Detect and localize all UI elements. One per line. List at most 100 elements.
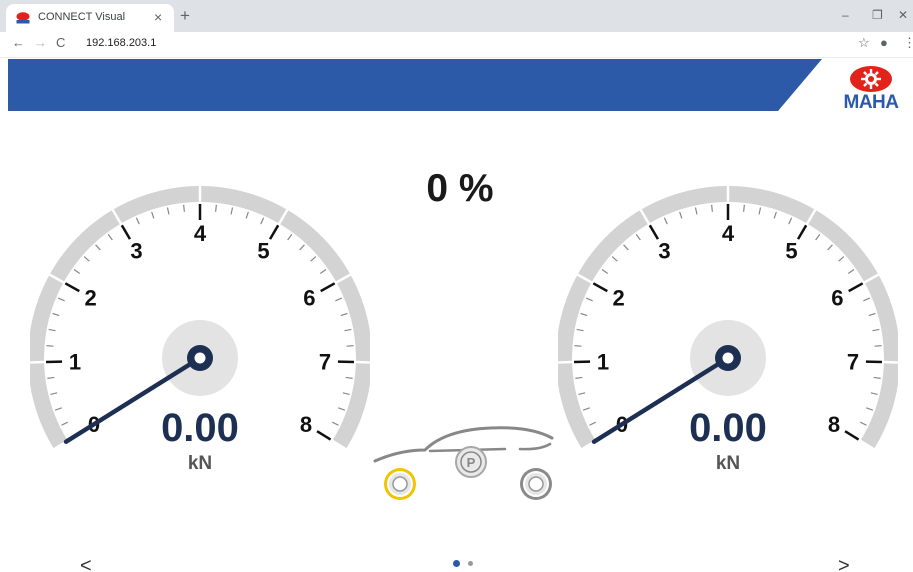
page-indicator: [450, 560, 480, 570]
gauge-minor-tick: [340, 312, 348, 317]
page-dot-2[interactable]: [468, 561, 473, 566]
gauge-tick-label: 3: [658, 238, 670, 263]
browser-tab[interactable]: CONNECT Visual ×: [6, 4, 174, 32]
gauge-minor-tick: [260, 217, 265, 225]
gauge-minor-tick: [635, 234, 641, 241]
gauge-minor-tick: [346, 345, 354, 347]
gauge-minor-tick: [299, 244, 305, 251]
reload-icon[interactable]: C: [56, 35, 65, 50]
gauge-minor-tick: [870, 392, 878, 396]
gauge-minor-tick: [574, 345, 582, 347]
gauge-minor-tick: [57, 297, 65, 302]
rear-wheel-icon: [520, 468, 552, 500]
gauge-minor-tick: [166, 207, 170, 215]
gauge-minor-tick: [623, 244, 629, 251]
gauge-minor-tick: [245, 211, 249, 219]
gauge-major-tick: [844, 430, 860, 441]
gauge-minor-tick: [679, 211, 683, 219]
gauge-major-tick: [648, 224, 660, 240]
gauge-minor-tick: [230, 207, 234, 215]
plus-icon[interactable]: +: [180, 7, 190, 24]
gauge-minor-tick: [788, 217, 793, 225]
gauge-unit-right: kN: [715, 453, 741, 474]
address-bar[interactable]: 192.168.203.1: [76, 34, 866, 55]
gauge-minor-tick: [611, 256, 618, 262]
gauge-minor-tick: [95, 244, 101, 251]
gauge-minor-tick: [48, 328, 56, 332]
gauge-minor-tick: [335, 297, 343, 302]
star-icon[interactable]: ☆: [858, 35, 870, 51]
header-banner: [8, 59, 822, 111]
gauge-minor-tick: [151, 211, 155, 219]
gauge-tick-label: 7: [319, 349, 331, 374]
browser-toolbar: ← → C 192.168.203.1 ☆ ● ⋮: [0, 32, 913, 58]
gauge-major-tick: [320, 282, 336, 293]
page-dot-1[interactable]: [453, 560, 460, 567]
force-gauge-left: 012345678 0.00 kN: [30, 168, 370, 478]
gauge-minor-tick: [575, 376, 583, 379]
gauge-major-tick: [796, 224, 808, 240]
gauge-minor-tick: [866, 407, 874, 411]
gauge-minor-tick: [859, 421, 867, 426]
gauge-minor-tick: [46, 345, 54, 347]
gauge-unit-left: kN: [187, 453, 213, 474]
restore-icon[interactable]: ❐: [872, 8, 883, 22]
gauge-tick-label: 8: [300, 412, 312, 437]
gauge-minor-tick: [338, 407, 346, 411]
gauge-tick-label: 6: [831, 285, 843, 310]
gauge-minor-tick: [868, 312, 876, 317]
browser-window: CONNECT Visual × + – ❐ ✕ ← → C 192.168.2…: [0, 0, 913, 572]
back-arrow-icon[interactable]: ←: [12, 35, 25, 50]
gauge-major-tick: [848, 282, 864, 293]
gauge-minor-tick: [344, 328, 352, 332]
close-window-icon[interactable]: ✕: [898, 8, 908, 22]
gauge-minor-tick: [215, 204, 217, 212]
gauge-tick-label: 4: [722, 221, 735, 246]
gauge-value-right: 0.00: [689, 406, 767, 450]
gauge-minor-tick: [872, 328, 880, 332]
next-page-button[interactable]: >: [838, 555, 850, 572]
gauge-minor-tick: [758, 207, 762, 215]
gauge-tick-label: 5: [785, 238, 797, 263]
percent-readout: 0 %: [426, 167, 494, 210]
gauge-tick-label: 5: [257, 238, 269, 263]
tab-title: CONNECT Visual: [38, 11, 126, 23]
gauge-pivot-center: [194, 352, 206, 364]
gauge-minor-tick: [50, 392, 58, 396]
gauge-minor-tick: [874, 345, 882, 347]
gauge-tick-label: 3: [130, 238, 142, 263]
parking-brake-label: P: [467, 455, 476, 470]
tab-strip: CONNECT Visual × + – ❐ ✕: [0, 0, 913, 32]
menu-dots-icon[interactable]: ⋮: [903, 35, 913, 51]
gauge-major-tick: [268, 224, 280, 240]
gauge-minor-tick: [342, 392, 350, 396]
gauge-minor-tick: [183, 204, 185, 212]
close-icon[interactable]: ×: [154, 9, 162, 25]
minimize-icon[interactable]: –: [842, 8, 849, 22]
url-text: 192.168.203.1: [86, 37, 157, 49]
forward-arrow-icon[interactable]: →: [34, 35, 47, 50]
gauge-minor-tick: [838, 256, 845, 262]
gauge-major-tick: [316, 430, 332, 441]
force-gauge-right: 012345678 0.00 kN: [558, 168, 898, 478]
gauge-major-tick: [64, 282, 80, 293]
gauge-tick-label: 1: [597, 349, 609, 374]
previous-page-button[interactable]: <: [80, 555, 92, 572]
gauge-minor-tick: [694, 207, 698, 215]
gauge-minor-tick: [83, 256, 90, 262]
gauge-minor-tick: [601, 268, 609, 274]
gauge-minor-tick: [711, 204, 713, 212]
gauge-minor-tick: [827, 244, 833, 251]
gauge-pivot-center: [722, 352, 734, 364]
gauge-minor-tick: [107, 234, 113, 241]
gauge-minor-tick: [815, 234, 821, 241]
logo-text: MAHA: [844, 92, 900, 110]
gauge-minor-tick: [576, 328, 584, 332]
gauge-minor-tick: [287, 234, 293, 241]
profile-icon[interactable]: ●: [880, 35, 888, 50]
gauge-minor-tick: [319, 268, 327, 274]
gauge-minor-tick: [61, 421, 69, 426]
gauge-minor-tick: [578, 392, 586, 396]
gauge-minor-tick: [54, 407, 62, 411]
gauge-minor-tick: [47, 376, 55, 379]
